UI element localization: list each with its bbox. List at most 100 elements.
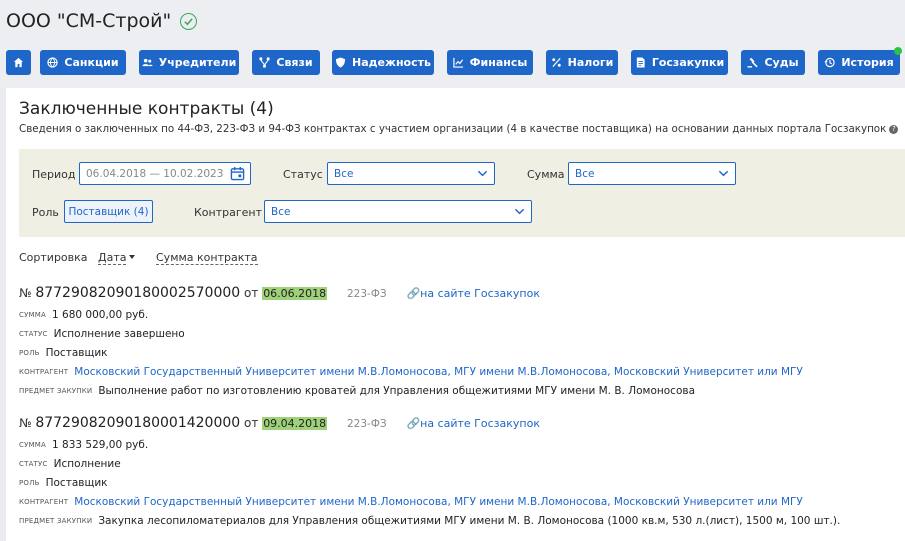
row-key: роль: [19, 478, 40, 487]
procurement-site-link[interactable]: 🔗на сайте Госзакупок: [406, 417, 540, 430]
link-icon: 🔗: [406, 287, 421, 300]
nav-label: История: [841, 56, 894, 69]
contract-subject: Выполнение работ по изготовлению кровате…: [98, 384, 695, 397]
contract-counterparty-row: контрагент Московский Государственный Уни…: [19, 492, 899, 511]
nav-sanctions-button[interactable]: Санкции: [40, 50, 126, 75]
nav-finance-button[interactable]: Финансы: [447, 50, 533, 75]
top-bar: ООО "СМ-Строй" Санкции Учредители Связи …: [0, 0, 905, 88]
nav-label: Надежность: [352, 56, 431, 69]
row-key: статус: [19, 459, 48, 468]
help-icon[interactable]: ?: [889, 125, 899, 134]
date-prefix: от: [244, 286, 259, 300]
network-icon: [259, 57, 270, 68]
chevron-down-icon: [514, 208, 525, 215]
contract-sum-row: сумма 1 680 000,00 руб.: [19, 305, 899, 324]
row-key: предмет закупки: [19, 516, 93, 525]
counterparty-select[interactable]: Все: [264, 200, 532, 223]
company-header: ООО "СМ-Строй": [6, 10, 198, 32]
contract-subject: Закупка лесопиломатериалов для Управлени…: [98, 514, 841, 527]
contract-role-row: роль Поставщик: [19, 343, 899, 362]
nav-home-button[interactable]: [6, 50, 31, 75]
link-text: на сайте Госзакупок: [420, 417, 540, 430]
contract-number[interactable]: 87729082090180001420000: [35, 415, 240, 431]
contract-sum: 1 680 000,00 руб.: [52, 308, 149, 321]
nav-history-button[interactable]: История: [818, 50, 900, 75]
contract-counterparty-link[interactable]: Московский Государственный Университет и…: [74, 496, 803, 508]
row-key: предмет закупки: [19, 386, 93, 395]
caret-down-icon: [129, 255, 135, 259]
section-title: Заключенные контракты (4): [19, 99, 274, 119]
contract-item: № 87729082090180002570000 от 06.06.2018 …: [19, 285, 899, 400]
role-value: Поставщик (4): [68, 205, 149, 218]
contracts-panel: Заключенные контракты (4) Сведения о зак…: [6, 88, 905, 541]
section-subtitle: Сведения о заключенных по 44-ФЗ, 223-ФЗ …: [19, 123, 899, 135]
sort-by-sum-link[interactable]: Сумма контракта: [156, 251, 258, 265]
filters-panel: Период 06.04.2018 — 10.02.2023 Статус Вс…: [19, 149, 905, 237]
sum-select[interactable]: Все: [568, 162, 736, 185]
date-prefix: от: [244, 416, 259, 430]
contract-item: № 87729082090180001420000 от 09.04.2018 …: [19, 415, 899, 530]
row-key: роль: [19, 348, 40, 357]
chevron-down-icon: [477, 170, 488, 177]
nav-label: Суды: [764, 56, 799, 69]
nav-label: Налоги: [567, 56, 614, 69]
nav-courts-button[interactable]: Суды: [741, 50, 805, 75]
online-indicator: [894, 47, 902, 55]
sum-value: Все: [575, 167, 595, 180]
period-label: Период: [32, 168, 76, 181]
contract-role-row: роль Поставщик: [19, 473, 899, 492]
status-select[interactable]: Все: [327, 162, 495, 185]
contract-law: 223-ФЗ: [347, 288, 387, 300]
users-icon: [142, 58, 153, 67]
calendar-icon[interactable]: [230, 166, 245, 181]
contract-sum: 1 833 529,00 руб.: [52, 438, 149, 451]
nav-taxes-button[interactable]: Налоги: [546, 50, 618, 75]
status-value: Все: [334, 167, 354, 180]
contract-date: 09.04.2018: [262, 417, 328, 430]
row-key: сумма: [19, 440, 47, 449]
document-icon: [636, 57, 645, 68]
company-name: ООО "СМ-Строй": [6, 10, 172, 32]
contract-counterparty-row: контрагент Московский Государственный Уни…: [19, 362, 899, 381]
contract-counterparty-link[interactable]: Московский Государственный Университет и…: [74, 366, 803, 378]
number-prefix: №: [19, 416, 32, 430]
row-key: контрагент: [19, 367, 69, 376]
percent-icon: [551, 57, 561, 68]
contract-subject-row: предмет закупки Выполнение работ по изгот…: [19, 381, 899, 400]
contract-date: 06.06.2018: [262, 287, 328, 300]
period-date-range-input[interactable]: 06.04.2018 — 10.02.2023: [79, 162, 251, 185]
sort-by-date-link[interactable]: Дата: [98, 251, 127, 265]
nav-label: Госзакупки: [651, 56, 725, 69]
chevron-down-icon: [718, 170, 729, 177]
counterparty-label: Контрагент: [194, 206, 263, 219]
contract-number[interactable]: 87729082090180002570000: [35, 285, 240, 301]
contract-role: Поставщик: [45, 346, 108, 359]
link-icon: 🔗: [406, 417, 421, 430]
nav-links-button[interactable]: Связи: [252, 50, 320, 75]
nav-label: Связи: [276, 56, 313, 69]
row-key: сумма: [19, 310, 47, 319]
contract-status: Исполнение завершено: [53, 327, 185, 340]
contract-header: № 87729082090180002570000 от 06.06.2018 …: [19, 285, 899, 305]
globe-icon: [47, 57, 59, 68]
procurement-site-link[interactable]: 🔗на сайте Госзакупок: [406, 287, 540, 300]
nav-reliability-button[interactable]: Надежность: [332, 50, 434, 75]
row-key: контрагент: [19, 497, 69, 506]
nav-procurement-button[interactable]: Госзакупки: [631, 50, 728, 75]
nav-label: Учредители: [158, 56, 237, 69]
sum-label: Сумма: [527, 168, 565, 181]
contract-header: № 87729082090180001420000 от 09.04.2018 …: [19, 415, 899, 435]
row-key: статус: [19, 329, 48, 338]
role-filter-chip[interactable]: Поставщик (4): [64, 200, 153, 223]
role-label: Роль: [32, 206, 59, 219]
contract-status: Исполнение: [53, 457, 121, 470]
number-prefix: №: [19, 286, 32, 300]
nav-founders-button[interactable]: Учредители: [139, 50, 239, 75]
nav-label: Финансы: [469, 56, 528, 69]
chart-icon: [452, 57, 463, 68]
contract-role: Поставщик: [45, 476, 108, 489]
contract-sum-row: сумма 1 833 529,00 руб.: [19, 435, 899, 454]
contract-status-row: статус Исполнение завершено: [19, 324, 899, 343]
subtitle-text: Сведения о заключенных по 44-ФЗ, 223-ФЗ …: [19, 123, 887, 135]
gavel-icon: [747, 57, 759, 68]
